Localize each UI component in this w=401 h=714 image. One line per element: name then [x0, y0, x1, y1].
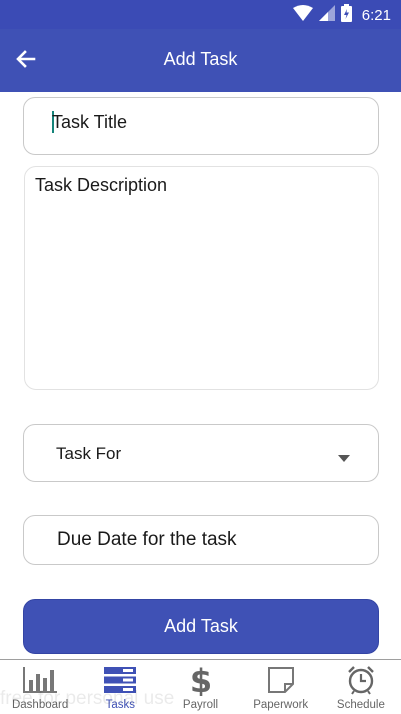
nav-label-paperwork: Paperwork — [253, 699, 309, 711]
due-date-input[interactable] — [57, 527, 357, 553]
status-bar: 6:21 — [0, 0, 401, 29]
svg-text:$: $ — [189, 664, 211, 696]
nav-item-tasks[interactable]: Tasks — [80, 660, 160, 714]
task-for-select[interactable]: Task For — [23, 424, 379, 482]
dropdown-arrow-icon — [338, 449, 350, 467]
status-icons: 6:21 — [292, 3, 391, 27]
tasks-icon — [103, 664, 137, 696]
due-date-field[interactable] — [23, 515, 379, 565]
nav-label-dashboard: Dashboard — [11, 699, 69, 711]
dollar-icon: $ — [189, 664, 213, 696]
app-bar: Add Task — [0, 29, 401, 92]
task-description-input[interactable] — [35, 175, 365, 375]
task-title-field[interactable] — [23, 97, 379, 155]
nav-item-payroll[interactable]: $ Payroll — [160, 660, 240, 714]
task-title-input[interactable] — [52, 108, 352, 136]
add-task-button[interactable]: Add Task — [23, 599, 379, 654]
document-icon — [267, 664, 295, 696]
cell-signal-icon — [318, 4, 335, 26]
nav-label-tasks: Tasks — [105, 699, 135, 711]
nav-item-schedule[interactable]: Schedule — [321, 660, 401, 714]
nav-label-schedule: Schedule — [336, 699, 385, 711]
nav-item-dashboard[interactable]: Dashboard — [0, 660, 80, 714]
wifi-icon — [292, 4, 313, 26]
nav-label-payroll: Payroll — [182, 699, 219, 711]
page-title: Add Task — [163, 49, 238, 69]
bar-chart-icon — [22, 664, 58, 696]
status-time: 6:21 — [361, 6, 391, 24]
battery-icon — [340, 3, 352, 27]
alarm-clock-icon — [346, 664, 376, 696]
bottom-navigation: Dashboard Tasks $ Payroll Paperwork Sche… — [0, 659, 401, 714]
task-description-field[interactable] — [24, 166, 379, 390]
nav-item-paperwork[interactable]: Paperwork — [241, 660, 321, 714]
task-for-label: Task For — [56, 444, 122, 463]
